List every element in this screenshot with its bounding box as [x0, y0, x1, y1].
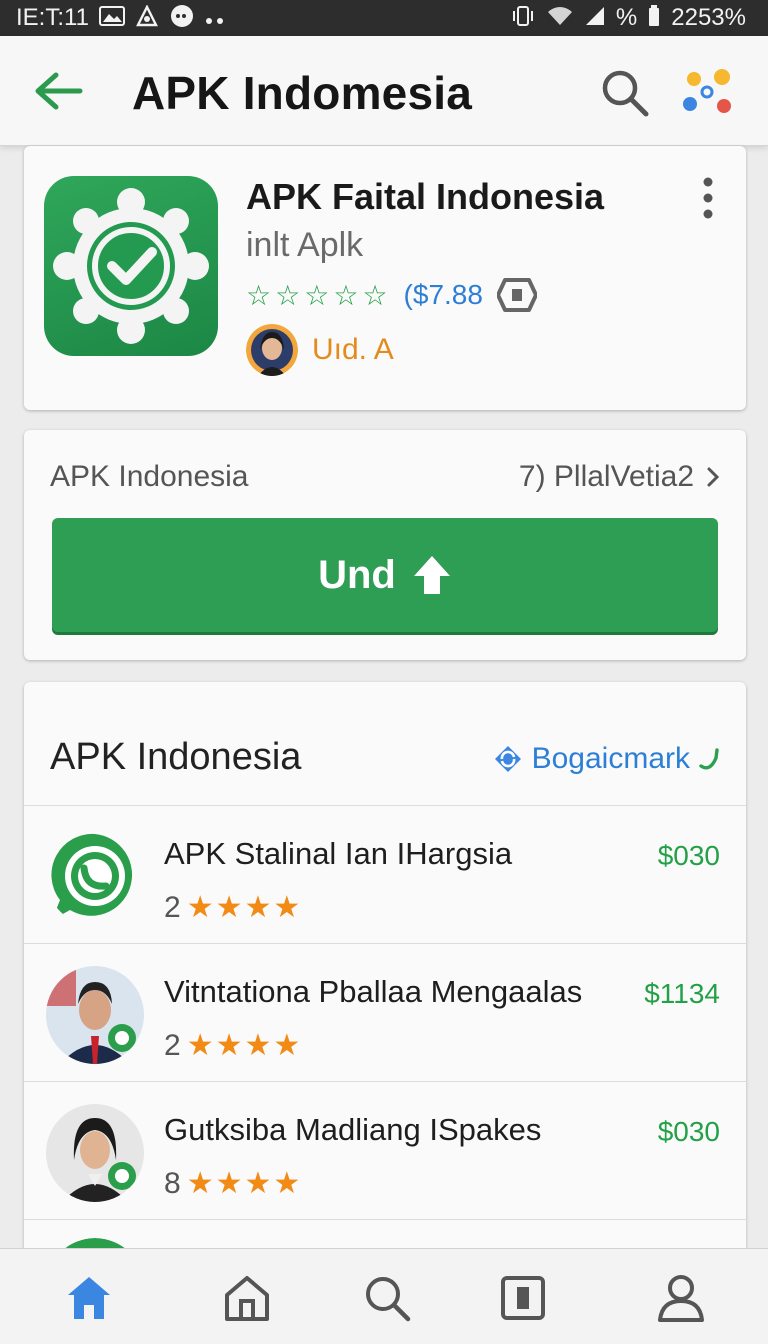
nav-home[interactable]	[64, 1273, 114, 1323]
status-percent: %	[615, 4, 638, 31]
battery-icon	[647, 4, 661, 32]
search-icon	[366, 1277, 411, 1322]
verified-gear-icon	[53, 188, 209, 344]
list-item-title: Vitntationa Pballaa Mengaalas	[164, 974, 583, 1009]
rating-number: 8	[164, 1166, 181, 1200]
app-developer: inlt Aplk	[246, 226, 364, 264]
list-item[interactable]: Vitntationa Pballaa Mengaalas 2 ★★★★ $11…	[24, 944, 746, 1082]
install-button[interactable]: Und	[52, 518, 718, 632]
whatsapp-icon	[51, 833, 133, 920]
search-icon	[602, 70, 649, 117]
assistant-dots-icon	[683, 69, 731, 113]
bookmark-link[interactable]: Bogaicmark	[492, 742, 720, 776]
wifi-icon	[546, 5, 574, 31]
list-item-thumbnail	[46, 1104, 144, 1202]
avatar	[246, 324, 298, 376]
library-icon	[501, 1276, 545, 1320]
app-price: ($7.88	[403, 279, 483, 310]
list-item-rating: 2 ★★★★	[164, 890, 302, 925]
list-item[interactable]: APK Stalinal Ian IHargsia 2 ★★★★ $030	[24, 806, 746, 944]
status-left: IE:T:11	[16, 3, 225, 33]
app-list-card: APK Indonesia Bogaicmark APK Stalinal Ia…	[24, 682, 746, 1336]
signal-icon	[584, 5, 606, 31]
arrow-left-icon	[35, 72, 83, 110]
star-outline-icon: ☆	[362, 279, 388, 311]
bottom-navigation	[0, 1248, 768, 1344]
status-battery: 2253%	[671, 4, 746, 31]
person-photo	[46, 966, 144, 1064]
nav-apps[interactable]	[222, 1273, 272, 1323]
back-button[interactable]	[30, 66, 86, 116]
chevron-right-icon	[707, 467, 720, 487]
list-item-title: APK Stalinal Ian IHargsia	[164, 836, 513, 871]
app-rating-row: ☆ ☆ ☆ ☆ ☆ ($7.88	[246, 278, 537, 312]
list-item-price: $1134	[644, 978, 720, 1009]
sync-icon	[494, 746, 521, 772]
list-item-thumbnail	[46, 966, 144, 1064]
assistant-button[interactable]	[680, 66, 740, 122]
list-item-thumbnail	[46, 828, 144, 926]
page-title: APK Indomesia	[132, 67, 473, 119]
more-vert-icon	[703, 177, 713, 219]
author-name: Uıd. A	[312, 333, 394, 366]
status-right: % 2253%	[510, 4, 746, 32]
star-outline-icon: ☆	[275, 279, 301, 311]
search-button[interactable]	[598, 66, 654, 122]
star-icon: ★★★★	[186, 1167, 303, 1200]
star-icon: ★★★★	[186, 891, 303, 924]
chat-notification-icon	[169, 3, 195, 33]
store-notification-icon	[135, 4, 159, 31]
more-options-button[interactable]	[696, 176, 720, 220]
app-name: APK Faital Indonesia	[246, 176, 605, 217]
app-detail-card: APK Faital Indonesia inlt Aplk ☆ ☆ ☆ ☆ ☆…	[24, 146, 746, 410]
profile-icon	[658, 1275, 704, 1322]
star-outline-icon: ☆	[304, 279, 330, 311]
nav-profile[interactable]	[656, 1273, 706, 1323]
rating-number: 2	[164, 890, 181, 924]
ticket-icon	[496, 278, 537, 312]
status-bar: IE:T:11 % 2253%	[0, 0, 768, 36]
bookmark-link-text: Bogaicmark	[531, 742, 690, 775]
star-outline-icon: ☆	[246, 279, 272, 311]
install-button-label: Und	[318, 552, 396, 597]
star-icon: ★★★★	[186, 1029, 303, 1062]
store-home-icon	[225, 1276, 269, 1321]
list-item[interactable]: Gutksiba Madliang ISpakes 8 ★★★★ $030	[24, 1082, 746, 1220]
rating-number: 2	[164, 1028, 181, 1062]
list-title: APK Indonesia	[50, 736, 302, 778]
person-photo	[46, 1104, 144, 1202]
status-time: IE:T:11	[16, 4, 89, 31]
check-swoosh-icon	[699, 748, 719, 770]
version-link-text: 7) PllalVetia2	[518, 460, 694, 493]
install-card-label: APK Indonesia	[50, 460, 249, 493]
version-link[interactable]: 7) PllalVetia2	[519, 460, 720, 494]
list-item-title: Gutksiba Madliang ISpakes	[164, 1112, 542, 1147]
author-row[interactable]: Uıd. A	[246, 324, 394, 376]
home-icon	[68, 1277, 110, 1319]
star-outline-icon: ☆	[333, 279, 359, 311]
install-card: APK Indonesia 7) PllalVetia2 Und	[24, 430, 746, 660]
nav-search[interactable]	[362, 1273, 412, 1323]
list-item-price: $030	[657, 1116, 720, 1147]
more-notifications-icon	[205, 7, 225, 29]
image-notification-icon	[98, 6, 125, 30]
upload-arrow-icon	[413, 556, 450, 594]
app-logo	[44, 176, 218, 356]
list-header: APK Indonesia Bogaicmark	[24, 682, 746, 806]
nav-library[interactable]	[498, 1273, 548, 1323]
vibrate-icon	[510, 4, 536, 32]
list-item-rating: 8 ★★★★	[164, 1166, 302, 1201]
list-item-rating: 2 ★★★★	[164, 1028, 302, 1063]
list-item-price: $030	[657, 840, 720, 871]
